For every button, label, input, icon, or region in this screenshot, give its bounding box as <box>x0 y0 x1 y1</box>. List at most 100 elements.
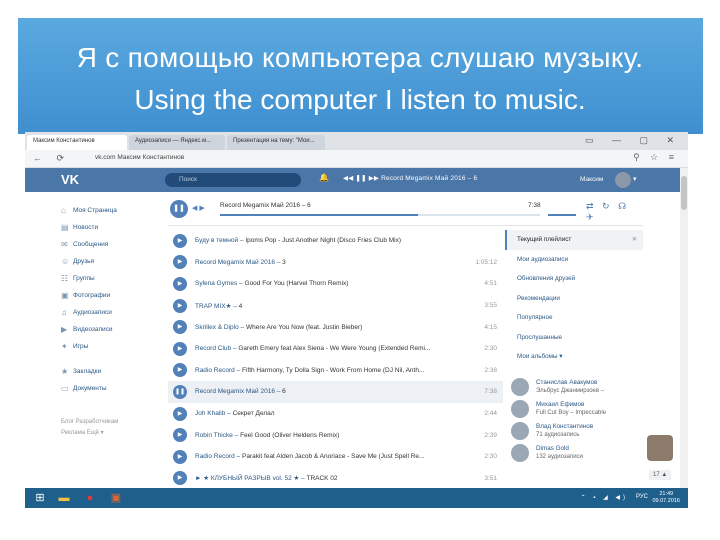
avatar[interactable] <box>511 422 529 440</box>
chat-avatar[interactable] <box>647 435 673 461</box>
playlist-menu-item[interactable]: Рекомендации <box>505 289 643 309</box>
playlist-menu-item[interactable]: Популярное <box>505 308 643 328</box>
folder-icon[interactable]: ▬ <box>55 490 73 506</box>
footer-links[interactable]: Реклама Ещё ▾ <box>61 428 171 439</box>
sidebar-item[interactable]: ▤ Новости <box>61 219 161 236</box>
progress-bar[interactable] <box>220 214 540 216</box>
play-icon[interactable]: ▶ <box>173 276 187 291</box>
play-icon[interactable]: ▶ <box>173 449 187 464</box>
track-artist[interactable]: Skrillex & Diplo <box>195 324 239 331</box>
friend-name[interactable]: Dimas Gold <box>536 445 583 453</box>
system-tray-icons[interactable]: ⌃ ▪ ◢ ◀) <box>581 494 628 501</box>
avatar[interactable] <box>615 172 631 188</box>
track-row[interactable]: ▶ TRAP MIX★ – 4 3:55 <box>168 295 503 317</box>
track-row[interactable]: ▶ Joh Khalib – Секрет Делал 2:44 <box>168 403 503 425</box>
pause-button[interactable]: ❚❚ <box>170 200 188 218</box>
yandex-browser-icon[interactable]: ● <box>81 490 99 506</box>
footer-links[interactable]: Блог Разработчикам <box>61 417 171 428</box>
sidebar-item[interactable]: ☺ Друзья <box>61 253 161 270</box>
friend-name[interactable]: Станислав Авакумов <box>536 379 604 387</box>
track-row[interactable]: ❚❚ Record Megamix Май 2016 – 6 7:38 <box>168 381 503 403</box>
play-icon[interactable]: ▶ <box>173 341 187 356</box>
clock[interactable]: 21:49 09.07.2016 <box>652 491 680 505</box>
track-artist[interactable]: Robin Thicke <box>195 432 233 439</box>
close-icon[interactable]: ✕ <box>632 236 637 243</box>
chat-count-badge[interactable]: 17 ▲ <box>649 470 672 480</box>
window-controls[interactable]: ▭ — ▢ ✕ <box>585 135 682 146</box>
track-artist[interactable]: Joh Khalib <box>195 410 225 417</box>
volume-slider[interactable] <box>548 214 576 216</box>
vk-logo[interactable]: VK <box>61 172 79 187</box>
playlist-menu-item[interactable]: Обновления друзей <box>505 269 643 289</box>
playlist-menu-item[interactable]: Мои аудиозаписи <box>505 250 643 270</box>
play-icon[interactable]: ▶ <box>173 255 187 270</box>
playlist-menu-item[interactable]: Прослушанные <box>505 328 643 348</box>
player-controls-icons[interactable]: ⇄ ↻ ☊ ✈ <box>586 201 643 223</box>
track-artist[interactable]: Record Megamix Май 2016 <box>195 388 275 395</box>
sidebar-item[interactable]: ⌂ Моя Страница <box>61 202 161 219</box>
sidebar-item[interactable]: ▣ Фотографии <box>61 287 161 304</box>
track-artist[interactable]: Sylena Gymes <box>195 280 237 287</box>
track-artist[interactable]: ► ★ КЛУБНЫЙ РАЗРЫВ vol. 52 ★ <box>195 475 299 482</box>
pause-icon[interactable]: ❚❚ <box>173 384 187 399</box>
track-artist[interactable]: Radio Record <box>195 367 235 374</box>
powerpoint-icon[interactable]: ▣ <box>107 490 125 506</box>
track-row[interactable]: ▶ ► ★ КЛУБНЫЙ РАЗРЫВ vol. 52 ★ – TRACK 02… <box>168 468 503 490</box>
track-artist[interactable]: Record Megamix Май 2016 <box>195 259 275 266</box>
sidebar-item[interactable]: ♫ Аудиозаписи <box>61 304 161 321</box>
browser-toolbar-icons[interactable]: ⚲ ☆ ≡ <box>633 152 678 163</box>
play-icon[interactable]: ▶ <box>173 471 187 486</box>
play-icon[interactable]: ▶ <box>173 428 187 443</box>
friend-name[interactable]: Михаил Ефимов <box>536 401 606 409</box>
sidebar-item[interactable]: ✦ Игры <box>61 338 161 355</box>
user-name[interactable]: Максим <box>580 176 603 183</box>
avatar[interactable] <box>511 444 529 462</box>
track-row[interactable]: ▶ Robin Thicke – Feel Good (Oliver Helden… <box>168 424 503 446</box>
play-icon[interactable]: ▶ <box>173 406 187 421</box>
play-icon[interactable]: ▶ <box>173 363 187 378</box>
track-artist[interactable]: Radio Record <box>195 453 235 460</box>
prev-next-icon[interactable]: ◀ ▶ <box>192 204 205 212</box>
scrollbar[interactable] <box>680 168 688 490</box>
sidebar-item[interactable]: ▶ Видеозаписи <box>61 321 161 338</box>
track-row[interactable]: ▶ Radio Record – Fifth Harmony, Ty Dolla … <box>168 360 503 382</box>
language-indicator[interactable]: РУС <box>636 494 648 500</box>
url-field[interactable]: vk.com Максим Константинов <box>95 154 184 161</box>
track-row[interactable]: ▶ Record Club – Gareth Emery feat Alex Si… <box>168 338 503 360</box>
track-artist[interactable]: Буду в темной <box>195 237 238 244</box>
track-row[interactable]: ▶ Skrillex & Diplo – Where Are You Now (f… <box>168 316 503 338</box>
chevron-down-icon[interactable]: ▾ <box>633 175 637 183</box>
avatar[interactable] <box>511 400 529 418</box>
track-artist[interactable]: Record Club <box>195 345 231 352</box>
playlist-menu-item[interactable]: Текущий плейлист ✕ <box>505 230 643 250</box>
track-row[interactable]: ▶ Radio Record – Parakit feat Alden Jacob… <box>168 446 503 468</box>
sidebar-item[interactable]: ★ Закладки <box>61 363 161 380</box>
track-row[interactable]: ▶ Sylena Gymes – Good For You (Harvel Tho… <box>168 273 503 295</box>
browser-tab[interactable]: Максим Константинов <box>27 135 127 150</box>
playlist-menu-item[interactable]: Мои альбомы ▾ <box>505 347 643 367</box>
avatar[interactable] <box>511 378 529 396</box>
scrollbar-thumb[interactable] <box>681 176 687 210</box>
track-row[interactable]: ▶ Record Megamix Май 2016 – 3 1:05:12 <box>168 252 503 274</box>
friend-name[interactable]: Влад Константинов <box>536 423 593 431</box>
track-artist[interactable]: TRAP MIX★ <box>195 303 231 310</box>
play-icon[interactable]: ▶ <box>173 298 187 313</box>
bell-icon[interactable]: 🔔 <box>319 173 329 182</box>
play-icon[interactable]: ▶ <box>173 320 187 335</box>
search-input[interactable]: Поиск <box>165 173 301 187</box>
browser-tab[interactable]: Презентация на тему: "Мои... <box>227 135 325 150</box>
windows-start-icon[interactable]: ⊞ <box>31 490 49 506</box>
friend-item[interactable]: Станислав Авакумов Эльбрус Джанмирзоев – <box>511 376 651 398</box>
header-player[interactable]: ◀◀ ❚❚ ▶▶ Record Megamix Май 2016 – 6 <box>343 174 477 182</box>
browser-screenshot: Максим Константинов Аудиозаписи — Яндекс… <box>25 132 688 508</box>
sidebar-item[interactable]: ☷ Группы <box>61 270 161 287</box>
back-forward-icon[interactable]: ← ⟳ <box>33 153 70 164</box>
friend-item[interactable]: Михаил Ефимов Full Cut Boy – Impeccable <box>511 398 651 420</box>
play-icon[interactable]: ▶ <box>173 233 187 248</box>
friend-item[interactable]: Dimas Gold 132 аудиозаписи <box>511 442 651 464</box>
friend-item[interactable]: Влад Константинов 71 аудиозапись <box>511 420 651 442</box>
browser-tab[interactable]: Аудиозаписи — Яндекс.м... <box>129 135 225 150</box>
sidebar-item[interactable]: ✉ Сообщения <box>61 236 161 253</box>
sidebar-item[interactable]: ▭ Документы <box>61 380 161 397</box>
track-row[interactable]: ▶ Буду в темной – Ipoms Pop - Just Anothe… <box>168 230 503 252</box>
